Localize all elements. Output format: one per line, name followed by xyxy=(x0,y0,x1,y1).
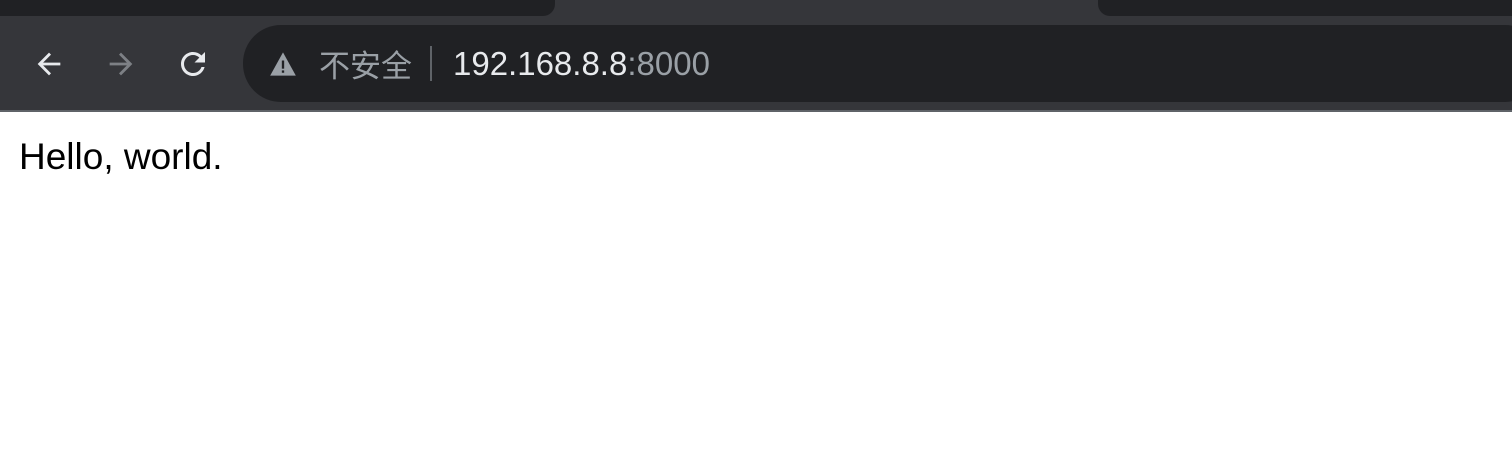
browser-chrome: 不安全 192.168.8.8:8000 xyxy=(0,0,1512,112)
arrow-right-icon xyxy=(109,52,133,76)
reload-icon xyxy=(181,52,205,76)
url-port: :8000 xyxy=(627,44,710,82)
forward-button[interactable] xyxy=(99,42,143,86)
tab-strip xyxy=(0,0,1512,16)
url-text[interactable]: 192.168.8.8:8000 xyxy=(453,25,710,102)
page-body-text: Hello, world. xyxy=(19,136,223,177)
page-content: Hello, world. xyxy=(0,112,1512,475)
background-tab-right[interactable] xyxy=(1098,0,1512,16)
warning-triangle-icon xyxy=(269,50,297,78)
background-tab-left[interactable] xyxy=(0,0,555,16)
arrow-left-icon xyxy=(37,52,61,76)
reload-button[interactable] xyxy=(171,42,215,86)
url-host: 192.168.8.8 xyxy=(453,44,628,82)
back-button[interactable] xyxy=(27,42,71,86)
security-chip[interactable]: 不安全 xyxy=(269,25,412,102)
security-divider xyxy=(430,46,432,81)
browser-toolbar: 不安全 192.168.8.8:8000 xyxy=(0,16,1512,110)
address-bar[interactable]: 不安全 192.168.8.8:8000 xyxy=(243,25,1512,102)
security-label: 不安全 xyxy=(319,49,412,85)
